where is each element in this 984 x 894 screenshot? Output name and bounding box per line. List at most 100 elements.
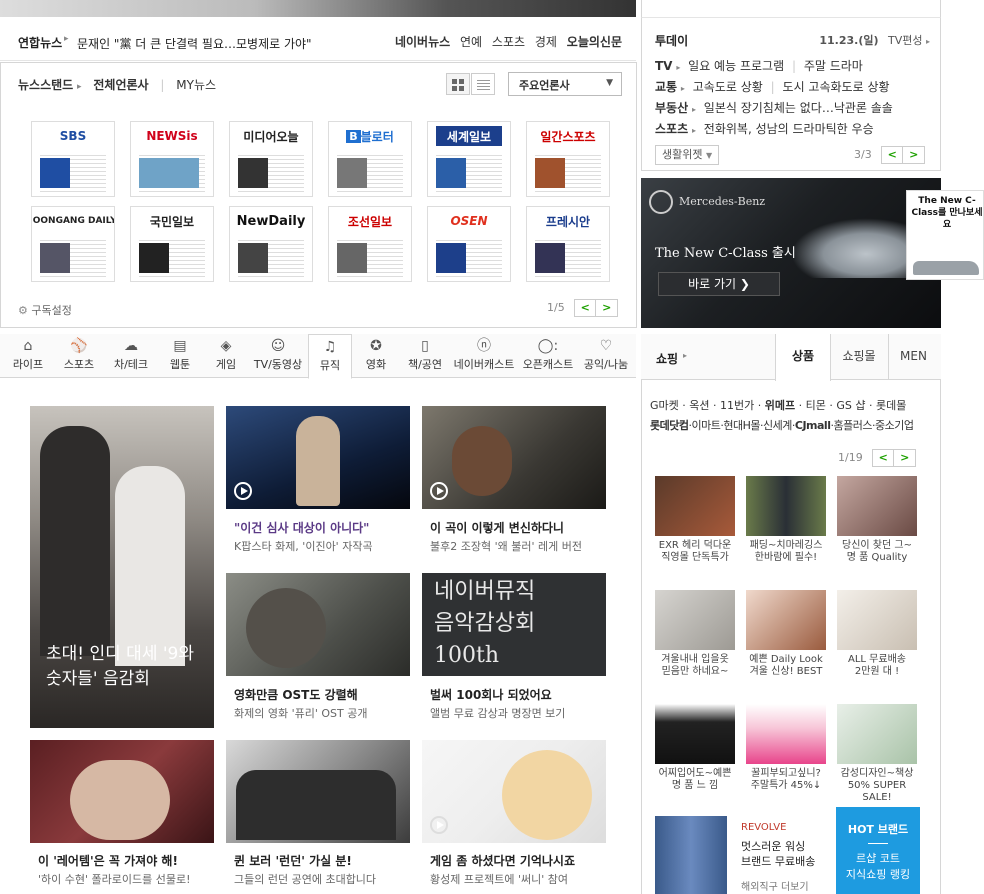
today-category[interactable]: 교통 bbox=[655, 80, 677, 94]
publisher-tile[interactable]: SBS bbox=[31, 121, 115, 197]
next-button[interactable]: > bbox=[596, 299, 619, 317]
publisher-tile[interactable]: NEWSis bbox=[130, 121, 214, 197]
publisher-tile[interactable]: 조선일보 bbox=[328, 206, 412, 282]
play-icon[interactable] bbox=[430, 482, 448, 500]
shop-item[interactable]: 꿀피부되고싶니? 주말특가 45%↓ bbox=[744, 704, 828, 792]
shop-link[interactable]: 중소기업 bbox=[875, 419, 914, 432]
news-link-naver[interactable]: 네이버뉴스 bbox=[395, 35, 450, 49]
today-link[interactable]: 일요 예능 프로그램 bbox=[688, 59, 784, 73]
tab-music[interactable]: ♫ 뮤직 bbox=[308, 334, 352, 379]
music-card[interactable]: 게임 좀 하셨다면 기억나시죠 황성제 프로젝트에 '써니' 참여 bbox=[422, 740, 606, 894]
mercedes-ad[interactable]: Mercedes-Benz The New C-Class 출시 바로 가기 ❯ bbox=[641, 178, 941, 328]
today-category[interactable]: TV bbox=[655, 59, 672, 73]
shop-link[interactable]: G마켓 bbox=[650, 399, 679, 412]
shop-item[interactable]: 어찌입어도~예쁜 명 품 느 낌 bbox=[653, 704, 737, 792]
shop-link[interactable]: 11번가 bbox=[720, 399, 754, 412]
next-button[interactable]: > bbox=[903, 146, 926, 164]
tab-webtoon[interactable]: ▤ 웹툰 bbox=[160, 334, 200, 378]
play-icon[interactable] bbox=[430, 816, 448, 834]
hot-brand-box[interactable]: HOT 브랜드 르샵 코트 지식쇼핑 랭킹 bbox=[836, 807, 920, 894]
publisher-select[interactable]: 주요언론사 ▼ bbox=[508, 72, 622, 96]
tab-life[interactable]: ⌂ 라이프 bbox=[6, 334, 50, 378]
today-link[interactable]: 전화위복, 성남의 드라마틱한 우승 bbox=[704, 122, 874, 136]
shop-link[interactable]: 위메프 bbox=[765, 399, 795, 412]
life-widget-button[interactable]: 생활위젯 ▼ bbox=[655, 145, 720, 165]
music-card[interactable]: 퀸 보러 '런던' 가실 분! 그들의 런던 공연에 초대합니다 bbox=[226, 740, 410, 894]
shop-link[interactable]: 이마트 bbox=[691, 419, 720, 432]
shop-link[interactable]: 티몬 bbox=[806, 399, 826, 412]
publisher-tile[interactable]: B 블로터 bbox=[328, 121, 412, 197]
shop-link[interactable]: 신세계 bbox=[763, 419, 792, 432]
shopping-title[interactable]: 쇼핑 bbox=[656, 350, 678, 367]
shop-link[interactable]: 롯데몰 bbox=[876, 399, 906, 412]
shop-link[interactable]: 롯데닷컴 bbox=[650, 419, 689, 432]
news-link-economy[interactable]: 경제 bbox=[535, 35, 557, 49]
news-link-entertainment[interactable]: 연예 bbox=[460, 35, 482, 49]
prev-button[interactable]: < bbox=[881, 146, 904, 164]
subscription-settings[interactable]: ⚙ 구독설정 bbox=[18, 302, 72, 318]
tab-my-news[interactable]: MY뉴스 bbox=[176, 78, 216, 92]
tab-game[interactable]: ◈ 게임 bbox=[206, 334, 246, 378]
shop-item[interactable]: 당신이 찾던 그~ 명 품 Quality bbox=[835, 476, 919, 564]
tab-charity[interactable]: ♡ 공익/나눔 bbox=[580, 334, 632, 378]
shop-link[interactable]: 현대H몰 bbox=[723, 419, 760, 432]
revolve-more-link[interactable]: 해외직구 더보기 bbox=[741, 878, 809, 893]
today-link[interactable]: 도시 고속화도로 상황 bbox=[783, 80, 890, 94]
tab-movie[interactable]: ✪ 영화 bbox=[356, 334, 396, 378]
today-category[interactable]: 부동산 bbox=[655, 101, 688, 115]
music-card[interactable]: 네이버뮤직 음악감상회 100th 벌써 100회나 되었어요 앨범 무료 감상… bbox=[422, 573, 606, 729]
publisher-tile[interactable]: 세계일보 bbox=[427, 121, 511, 197]
shop-link[interactable]: 옥션 bbox=[689, 399, 709, 412]
music-card[interactable]: "이건 심사 대상이 아니다" K팝스타 화제, '이진아' 자작곡 bbox=[226, 406, 410, 562]
publisher-tile[interactable]: 프레시안 bbox=[526, 206, 610, 282]
tab-men[interactable]: MEN bbox=[888, 334, 938, 380]
tab-products[interactable]: 상품 bbox=[775, 334, 831, 381]
music-card[interactable]: 이 곡이 이렇게 변신하다니 불후2 조장혁 '왜 불러' 레게 버전 bbox=[422, 406, 606, 562]
music-card[interactable]: 이 '레어템'은 꼭 가져야 해! '하이 수현' 폴라로이드를 선물로! bbox=[30, 740, 214, 894]
news-source[interactable]: 연합뉴스 bbox=[18, 34, 62, 51]
shop-item[interactable]: 패딩~치마레깅스 한바람에 필수! bbox=[744, 476, 828, 564]
publisher-tile[interactable]: OSEN bbox=[427, 206, 511, 282]
shop-item[interactable]: EXR 헤리 덕다운 직영몰 단독특가 bbox=[653, 476, 737, 564]
publisher-tile[interactable]: JOONGANG DAILY bbox=[31, 206, 115, 282]
news-link-todays-paper[interactable]: 오늘의신문 bbox=[567, 35, 622, 49]
ad-popout[interactable]: The New C-Class를 만나보세요 bbox=[906, 190, 984, 280]
news-headline-link[interactable]: 문재인 "黨 더 큰 단결력 필요…모병제로 가야" bbox=[77, 35, 312, 52]
revolve-promo[interactable]: REVOLVE 멋스러운 워싱 브랜드 무료배송 해외직구 더보기 bbox=[655, 816, 835, 894]
tab-car-tech[interactable]: ☁ 차/테크 bbox=[108, 334, 154, 378]
shop-link[interactable]: GS 샵 bbox=[836, 399, 865, 412]
next-button[interactable]: > bbox=[894, 449, 917, 467]
tab-navercast[interactable]: ⓝ 네이버캐스트 bbox=[452, 334, 516, 378]
ad-cta-button[interactable]: 바로 가기 ❯ bbox=[658, 272, 780, 296]
tab-books-shows[interactable]: ▯ 책/공연 bbox=[402, 334, 448, 378]
shop-item[interactable]: 감성디자인~책상 50% SUPER SALE! bbox=[835, 704, 919, 804]
today-category[interactable]: 스포츠 bbox=[655, 122, 688, 136]
publisher-tile[interactable]: 국민일보 bbox=[130, 206, 214, 282]
tab-tv-video[interactable]: ☺ TV/동영상 bbox=[250, 334, 306, 378]
music-card[interactable]: 영화만큼 OST도 강렬해 화제의 영화 '퓨리' OST 공개 bbox=[226, 573, 410, 729]
tab-shopping-mall[interactable]: 쇼핑몰 bbox=[834, 334, 884, 380]
grid-view-icon[interactable] bbox=[446, 73, 470, 95]
shop-item[interactable]: 예쁜 Daily Look 겨울 신상! BEST bbox=[744, 590, 828, 678]
publisher-tile[interactable]: 미디어오늘 bbox=[229, 121, 313, 197]
shop-link[interactable]: 홈플러스 bbox=[833, 419, 872, 432]
shop-link[interactable]: CJmall bbox=[795, 419, 831, 432]
tab-all-publishers[interactable]: 전체언론사 bbox=[93, 78, 148, 92]
prev-button[interactable]: < bbox=[574, 299, 597, 317]
news-link-sports[interactable]: 스포츠 bbox=[492, 35, 525, 49]
shop-item[interactable]: 겨울내내 입을옷 믿음만 하네요~ bbox=[653, 590, 737, 678]
today-link[interactable]: 고속도로 상황 bbox=[693, 80, 763, 94]
list-view-icon[interactable] bbox=[471, 73, 495, 95]
prev-button[interactable]: < bbox=[872, 449, 895, 467]
publisher-tile[interactable]: 일간스포츠 bbox=[526, 121, 610, 197]
play-icon[interactable] bbox=[234, 482, 252, 500]
publisher-tile[interactable]: NewDaily bbox=[229, 206, 313, 282]
today-link[interactable]: 주말 드라마 bbox=[804, 59, 863, 73]
today-link[interactable]: 일본식 장기침체는 없다…낙관론 솔솔 bbox=[704, 101, 893, 115]
tab-opencast[interactable]: ◯: 오픈캐스트 bbox=[520, 334, 576, 378]
shop-item[interactable]: ALL 무료배송 2만원 대 ! bbox=[835, 590, 919, 678]
tab-sports[interactable]: ⚾ 스포츠 bbox=[56, 334, 102, 378]
tv-schedule-link[interactable]: TV편성 bbox=[888, 34, 922, 47]
music-feature-card[interactable]: 초대! 인디 대세 '9와 숫자들' 음감회 bbox=[30, 406, 214, 728]
tab-newsstand[interactable]: 뉴스스탠드 bbox=[18, 78, 73, 92]
